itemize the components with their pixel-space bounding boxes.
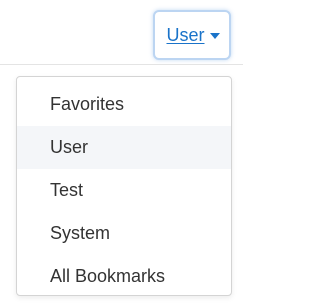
dropdown-menu: Favorites User Test System All Bookmarks [16, 76, 232, 296]
menu-item-system[interactable]: System [17, 212, 231, 255]
bookmark-folder-dropdown-toggle[interactable]: User [153, 10, 231, 60]
menu-item-all-bookmarks[interactable]: All Bookmarks [17, 255, 231, 298]
menu-item-test[interactable]: Test [17, 169, 231, 212]
caret-down-icon [209, 32, 220, 39]
dropdown-selected-label: User [166, 24, 205, 45]
menu-item-favorites[interactable]: Favorites [17, 83, 231, 126]
menu-item-user[interactable]: User [17, 126, 231, 169]
divider [0, 64, 243, 65]
top-bar: User [0, 0, 243, 64]
